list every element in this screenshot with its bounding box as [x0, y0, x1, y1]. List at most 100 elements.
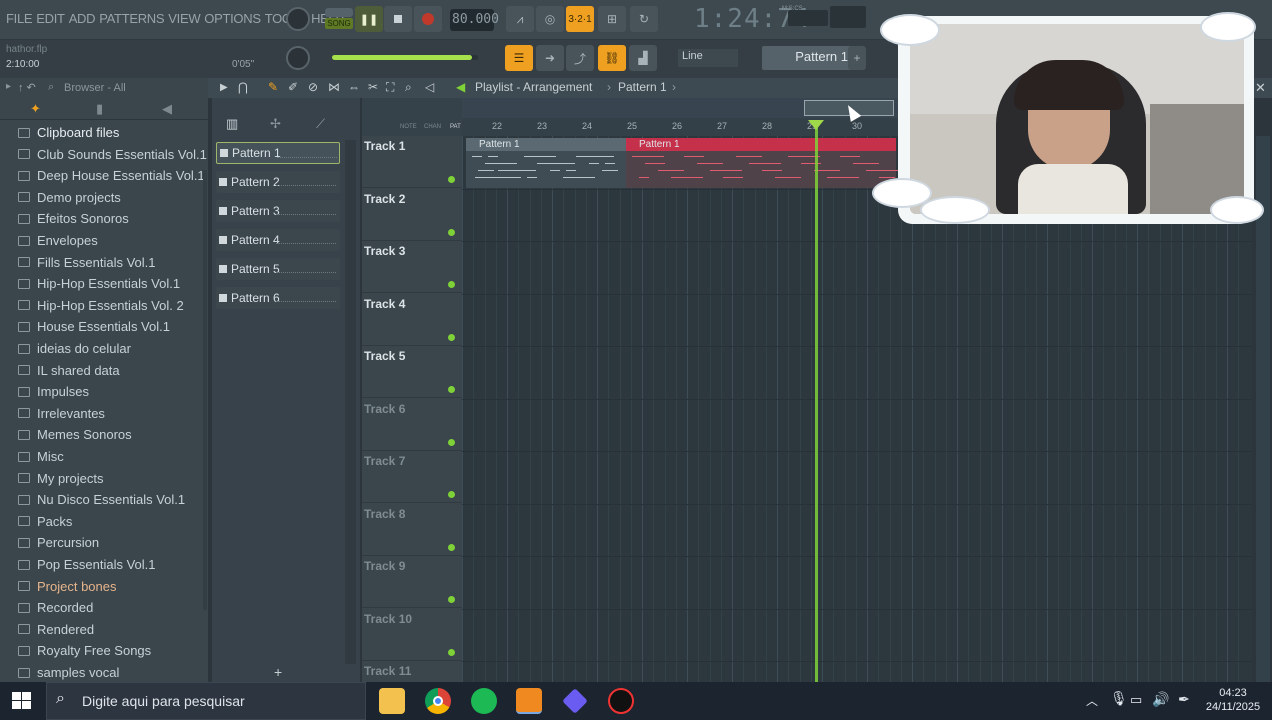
playlist-menu-arrow-icon[interactable]: ▶ [220, 82, 228, 93]
pattern-selector[interactable]: Pattern 1 [762, 46, 854, 70]
pencil-icon[interactable]: ✎ [268, 80, 278, 94]
browser-folder[interactable]: Packs [0, 511, 208, 532]
browser-folder[interactable]: Club Sounds Essentials Vol.1 [0, 144, 208, 165]
track-header[interactable]: Track 6 [362, 399, 462, 451]
delete-tool-icon[interactable]: ⊘ [308, 80, 318, 94]
browser-folder[interactable]: Hip-Hop Essentials Vol.1 [0, 273, 208, 294]
file-icon[interactable]: ▮ [96, 101, 103, 117]
pattern-clip[interactable]: Pattern 1 [466, 138, 626, 188]
track-header[interactable]: Track 2 [362, 189, 462, 241]
track-header[interactable]: Track 4 [362, 294, 462, 346]
tray-chevron-icon[interactable]: ︿ [1086, 692, 1098, 709]
windows-start-icon[interactable] [12, 692, 32, 710]
browser-scrollbar[interactable] [203, 170, 207, 610]
channel-rack-button[interactable]: ➜ [536, 45, 564, 71]
link-button[interactable]: ⛓ [598, 45, 626, 71]
menu-patterns[interactable]: PATTERNS [99, 11, 164, 26]
automation-icon[interactable]: ⟋ [316, 116, 325, 132]
collapse-icon[interactable]: ▸ [6, 81, 11, 92]
pattern-scrollbar[interactable] [345, 140, 356, 664]
browser-folder[interactable]: Pop Essentials Vol.1 [0, 554, 208, 575]
slip-tool-icon[interactable]: ⇔ [348, 80, 360, 94]
track-header[interactable]: Track 3 [362, 241, 462, 293]
browser-folder[interactable]: Royalty Free Songs [0, 640, 208, 661]
all-categories-icon[interactable]: ✦ [30, 101, 41, 117]
snap-selector[interactable]: Line [678, 49, 738, 67]
track-header[interactable]: Track 1 [362, 136, 462, 188]
browser-folder[interactable]: Irrelevantes [0, 403, 208, 424]
piano-roll-button[interactable]: ⤴ [566, 45, 594, 71]
browser-folder[interactable]: Clipboard files [0, 122, 208, 143]
paint-icon[interactable]: ✐ [288, 80, 298, 94]
volume-icon[interactable]: 🔊 [1152, 691, 1169, 708]
track-header[interactable]: Track 8 [362, 504, 462, 556]
pattern-item[interactable]: Pattern 4 [216, 229, 340, 251]
track-enable-led[interactable] [448, 438, 455, 446]
pattern-item[interactable]: Pattern 6 [216, 287, 340, 309]
metronome-button[interactable]: ⩘ [506, 6, 534, 32]
pattern-item[interactable]: Pattern 1 [216, 142, 340, 164]
track-enable-led[interactable] [448, 176, 455, 183]
browser-folder[interactable]: Demo projects [0, 187, 208, 208]
select-tool-icon[interactable]: ⛶ [386, 80, 394, 95]
obs-icon[interactable] [608, 688, 634, 714]
pattern-item[interactable]: Pattern 5 [216, 258, 340, 280]
browser-folder[interactable]: Rendered [0, 619, 208, 640]
fl-studio-icon[interactable] [516, 688, 542, 714]
step-edit-button[interactable]: ⊞ [598, 6, 626, 32]
browser-folder[interactable]: samples vocal [0, 662, 208, 683]
browser-folder[interactable]: Memes Sonoros [0, 424, 208, 445]
magnet-icon[interactable]: ⋂ [238, 80, 248, 94]
track-enable-led[interactable] [448, 596, 455, 603]
tempo-display[interactable]: 80.000 [450, 9, 499, 31]
speaker-toggle-icon[interactable]: ◀ [456, 80, 465, 94]
browser-folder[interactable]: Impulses [0, 381, 208, 402]
browser-folder[interactable]: Project bones [0, 576, 208, 597]
spotify-icon[interactable] [471, 688, 497, 714]
browser-folder[interactable]: IL shared data [0, 360, 208, 381]
track-header[interactable]: Track 9 [362, 556, 462, 608]
loop-record-button[interactable]: ↻ [630, 6, 658, 32]
mute-tool-icon[interactable]: ⋈ [328, 80, 340, 94]
menu-edit[interactable]: EDIT [36, 11, 65, 26]
search-icon[interactable]: ⌕ [48, 81, 54, 94]
close-icon[interactable]: ✕ [1255, 80, 1266, 96]
browser-folder[interactable]: Envelopes [0, 230, 208, 251]
master-pitch-knob[interactable] [286, 46, 310, 70]
browser-folder[interactable]: House Essentials Vol.1 [0, 316, 208, 337]
browser-folder[interactable]: Hip-Hop Essentials Vol. 2 [0, 295, 208, 316]
playhead[interactable] [815, 122, 818, 682]
master-volume-slider[interactable] [332, 55, 478, 60]
playlist-view-button[interactable]: ☰ [505, 45, 533, 71]
track-enable-led[interactable] [448, 386, 455, 393]
playhead-marker-icon[interactable] [808, 120, 824, 130]
pen-icon[interactable]: ✒ [1178, 691, 1190, 708]
pattern-clip-selected[interactable]: Pattern 1 [626, 138, 898, 188]
playback-tool-icon[interactable]: ◁ [425, 80, 434, 94]
file-explorer-icon[interactable] [379, 688, 405, 714]
browser-folder[interactable]: Recorded [0, 597, 208, 618]
browser-folder[interactable]: Nu Disco Essentials Vol.1 [0, 489, 208, 510]
piano-icon[interactable]: ▥ [226, 116, 238, 132]
network-icon[interactable]: ▭ [1130, 692, 1142, 708]
browser-folder[interactable]: Misc [0, 446, 208, 467]
pattern-song-switch[interactable] [325, 8, 353, 17]
menu-file[interactable]: FILE [6, 11, 33, 26]
track-enable-led[interactable] [448, 228, 455, 236]
track-enable-led[interactable] [448, 543, 455, 551]
system-clock[interactable]: 04:23 24/11/2025 [1200, 686, 1266, 714]
menu-options[interactable]: OPTIONS [204, 11, 261, 26]
browser-folder[interactable]: My projects [0, 468, 208, 489]
add-pattern-plus-icon[interactable]: + [274, 664, 282, 680]
track-enable-led[interactable] [448, 333, 455, 341]
pattern-item[interactable]: Pattern 3 [216, 200, 340, 222]
add-pattern-button[interactable]: + [848, 46, 866, 70]
audio-icon[interactable]: ✢ [270, 116, 281, 132]
mixer-button[interactable]: ▟ [629, 45, 657, 71]
countdown-button[interactable]: 3·2·1 [566, 6, 594, 32]
browser-folder[interactable]: Efeitos Sonoros [0, 208, 208, 229]
play-button[interactable]: ❚❚ [355, 6, 383, 32]
track-enable-led[interactable] [448, 491, 455, 498]
track-header[interactable]: Track 10 [362, 609, 462, 661]
record-button[interactable] [414, 6, 442, 32]
